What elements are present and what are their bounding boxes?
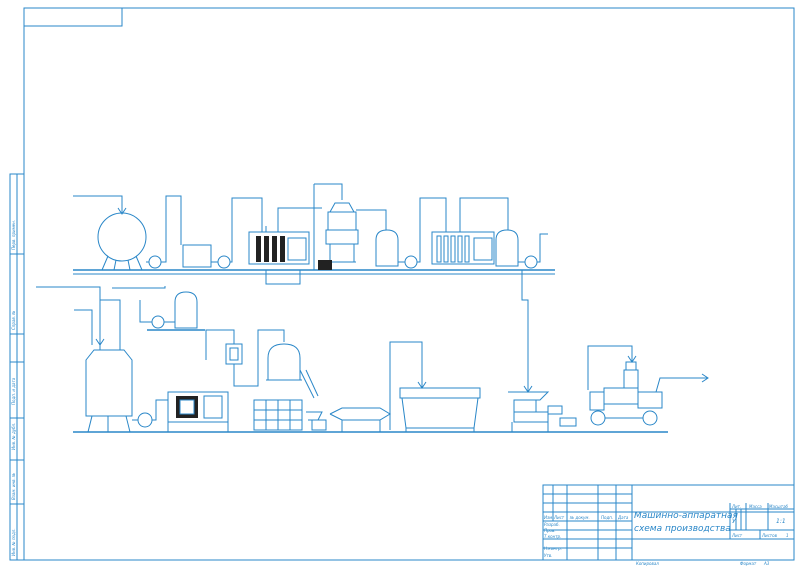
col-izm: Изм. [544, 515, 553, 520]
col-date: Дата [617, 515, 629, 520]
drawing-sheet: Перв. примен. Справ. № Подп. и дата Инв.… [9, 7, 795, 566]
col-doc: № докум. [569, 515, 590, 520]
side-label-4: Инв. № дубл. [11, 423, 16, 450]
pump-1 [146, 195, 182, 269]
drawing-title-line2: схема производства [634, 524, 731, 534]
scale-label: Масштаб [769, 504, 789, 509]
sheet-label: Лист [731, 533, 743, 538]
side-label-5: Взам. инв. № [11, 473, 16, 500]
lit-value: У [732, 518, 736, 525]
drawing-title-line1: Машинно-аппаратная [634, 511, 739, 521]
scale-value: 1:1 [776, 518, 786, 525]
role-tcontrol: Т.контр. [544, 534, 561, 539]
side-label-1: Перв. примен. [11, 220, 16, 250]
side-label-2: Справ. № [11, 311, 16, 330]
separator [313, 183, 387, 270]
upper-platform [73, 269, 555, 275]
plate-heat-exchanger-1 [248, 207, 322, 285]
filter [205, 329, 285, 387]
horizontal-cooler [329, 407, 391, 432]
mixer-bath [389, 341, 481, 432]
top-corner-stamp [23, 7, 123, 27]
copied-label: Копировал [636, 561, 659, 566]
homogenizer [132, 391, 229, 432]
col-list: Лист [553, 515, 565, 520]
mass-label: Масса [749, 504, 762, 509]
feed-lines [36, 286, 166, 346]
format-value: А3 [763, 561, 770, 566]
col-sign: Подп. [601, 515, 613, 520]
side-label-7: Инв. № подл. [11, 528, 16, 556]
sheets-label: Листов [761, 533, 778, 538]
plate-heat-exchanger-2 [431, 197, 519, 267]
format-label: Формат [740, 561, 757, 566]
role-ncontrol: Н.контр. [544, 546, 562, 551]
grinder [508, 391, 577, 432]
role-approve: Утв. [544, 553, 552, 558]
role-dev: Разраб. [544, 522, 560, 527]
side-stamp: Перв. примен. Справ. № Подп. и дата Инв.… [9, 173, 25, 561]
intermediate-tank [375, 197, 447, 269]
title-block: Изм. Лист № докум. Подп. Дата Разраб. Пр… [542, 484, 795, 566]
side-label-3: Подп. и дата [11, 377, 16, 405]
packaging-machine [587, 345, 709, 426]
sheets-value: 1 [786, 533, 789, 538]
lit-label: Лит. [731, 504, 741, 509]
spherical-tank [73, 195, 147, 271]
pump-3 [518, 233, 548, 393]
drawing-frame [23, 7, 795, 561]
fermentation-tank [253, 343, 327, 431]
ferment-starter-tank [139, 291, 205, 331]
storage-tank [85, 344, 133, 433]
role-check: Пров. [544, 528, 556, 533]
buffer-tank [182, 197, 263, 269]
